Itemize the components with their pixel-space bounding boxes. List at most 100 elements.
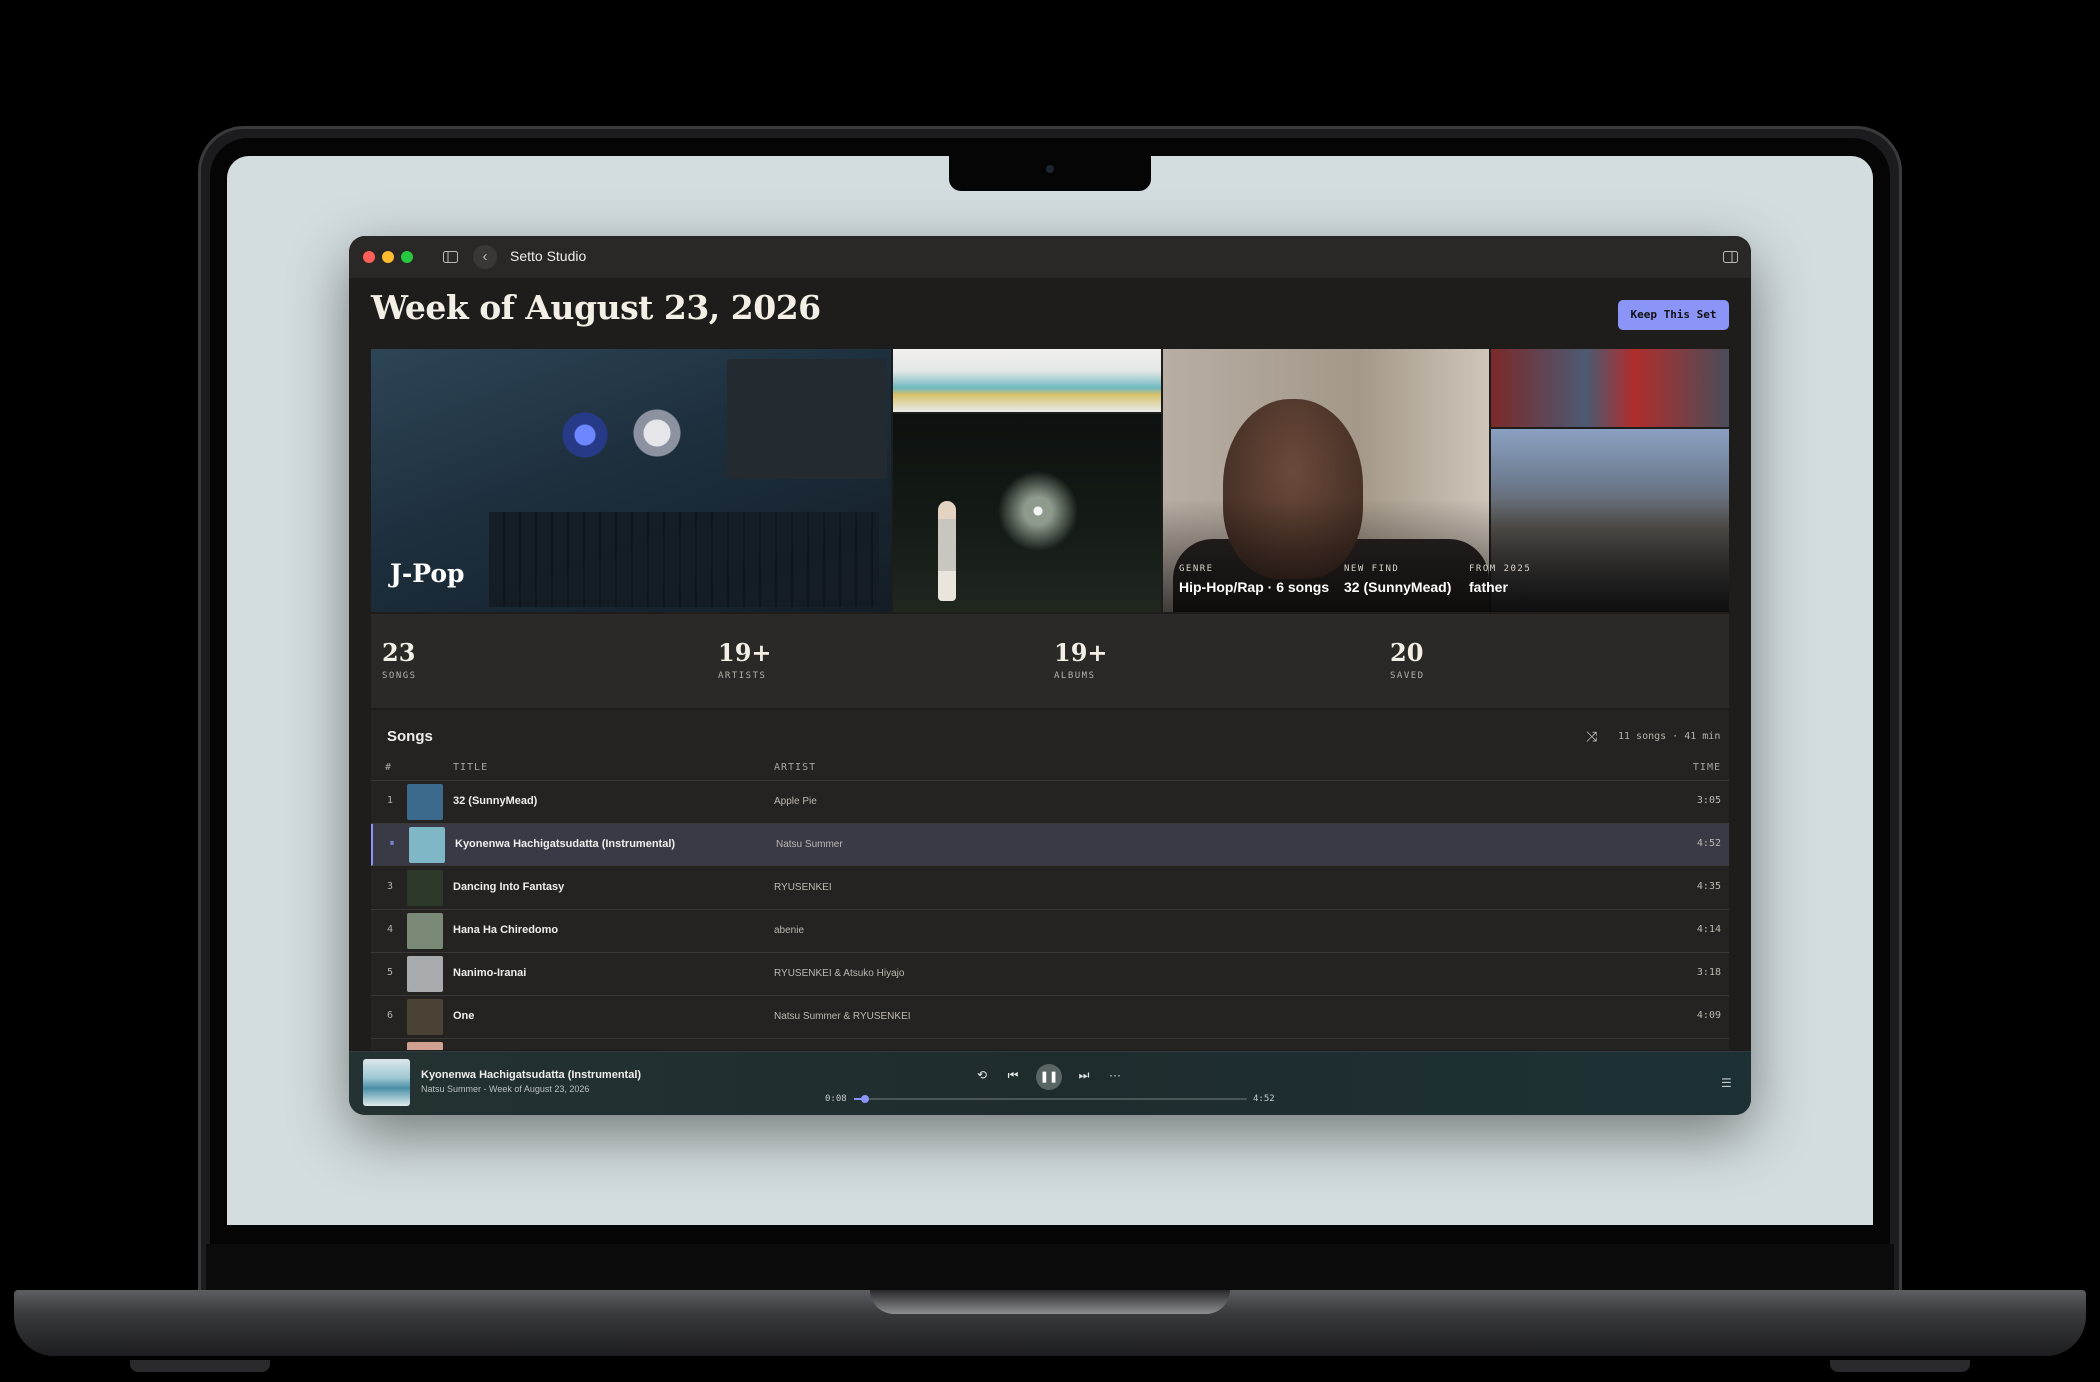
artwork-device — [727, 359, 887, 479]
track-duration: 4:14 — [1696, 924, 1721, 935]
artwork-keyboard — [489, 512, 879, 607]
stat-value: 20 — [1390, 638, 1424, 667]
now-playing-title[interactable]: Kyonenwa Hachigatsudatta (Instrumental) — [421, 1069, 641, 1081]
track-title: Dancing Into Fantasy — [453, 881, 565, 893]
track-artwork — [407, 784, 443, 820]
track-title: Hana Ha Chiredomo — [453, 924, 559, 936]
title-bar: ‹ Setto Studio — [349, 236, 1751, 278]
track-title: Nanimo-Iranai — [453, 967, 527, 979]
camera-icon — [1046, 165, 1054, 173]
track-artwork — [407, 999, 443, 1035]
now-playing-artwork[interactable] — [363, 1059, 410, 1106]
stat-label: SONGS — [382, 671, 417, 681]
stat-label: ARTISTS — [718, 671, 767, 681]
laptop-chin — [206, 1244, 1894, 1292]
zoom-window-button[interactable] — [401, 251, 413, 263]
shuffle-icon[interactable]: ⤨ — [1586, 728, 1597, 745]
sidebar-toggle-icon[interactable] — [437, 245, 463, 269]
chevron-left-icon[interactable]: ‹ — [473, 245, 497, 269]
track-duration: 3:05 — [1696, 795, 1721, 806]
track-title: One — [453, 1010, 475, 1022]
stats-bar: 23 SONGS 19+ ARTISTS 19+ ALBUMS 20 SAVED — [371, 614, 1729, 708]
hero-artwork-studio: J-Pop — [371, 349, 891, 612]
stat-saved: 20 SAVED — [1390, 638, 1425, 681]
track-artwork — [409, 827, 445, 863]
meta-key: FROM 2025 — [1469, 564, 1532, 574]
table-row[interactable]: ⏸ Kyonenwa Hachigatsudatta (Instrumental)… — [371, 824, 1729, 866]
stat-value: 23 — [382, 638, 416, 667]
meta-key: NEW FIND — [1344, 564, 1400, 574]
track-artwork — [407, 870, 443, 906]
fast-forward-icon[interactable]: ⏭ — [1074, 1068, 1094, 1083]
stat-songs: 23 SONGS — [382, 638, 417, 681]
track-artist[interactable]: Natsu Summer — [776, 839, 843, 850]
track-artist[interactable]: Apple Pie — [774, 796, 817, 807]
stat-artists: 19+ ARTISTS — [718, 638, 772, 681]
laptop-foot — [130, 1360, 270, 1372]
keep-set-button[interactable]: Keep This Set — [1618, 300, 1729, 330]
table-row[interactable]: 3 Dancing Into Fantasy RYUSENKEI 4:35 — [371, 867, 1729, 910]
track-duration: 4:09 — [1696, 1010, 1721, 1021]
column-header-time[interactable]: TIME — [1693, 762, 1721, 773]
laptop-foot — [1830, 1360, 1970, 1372]
inspector-panel-icon[interactable] — [1717, 245, 1743, 269]
track-artist[interactable]: abenie — [774, 925, 804, 936]
repeat-icon[interactable]: ⟲ — [972, 1068, 992, 1082]
track-duration: 4:52 — [1696, 838, 1721, 849]
meta-key: GENRE — [1179, 564, 1214, 574]
track-number: 5 — [386, 967, 394, 978]
hero-artwork-group — [1491, 349, 1729, 427]
queue-list-icon[interactable]: ☰ — [1721, 1076, 1732, 1090]
total-time: 4:52 — [1253, 1094, 1275, 1104]
track-artist[interactable]: RYUSENKEI — [774, 882, 832, 893]
track-number: 3 — [386, 881, 394, 892]
stat-label: SAVED — [1390, 671, 1425, 681]
track-number: 1 — [386, 795, 394, 806]
now-playing-bar: Kyonenwa Hachigatsudatta (Instrumental) … — [349, 1051, 1751, 1115]
column-header-number: # — [385, 762, 393, 773]
hero-artwork-wave — [893, 349, 1161, 412]
meta-value: Hip-Hop/Rap · 6 songs — [1179, 579, 1330, 595]
laptop-hinge — [870, 1290, 1230, 1314]
table-row[interactable]: 1 32 (SunnyMead) Apple Pie 3:05 — [371, 781, 1729, 824]
songs-summary: 11 songs · 41 min — [1618, 731, 1721, 742]
close-window-button[interactable] — [363, 251, 375, 263]
hero-gradient — [1163, 499, 1729, 612]
table-row[interactable]: 6 One Natsu Summer & RYUSENKEI 4:09 — [371, 996, 1729, 1039]
songs-heading: Songs — [387, 728, 433, 745]
column-header-artist[interactable]: ARTIST — [774, 762, 816, 773]
table-row[interactable] — [371, 1039, 1729, 1050]
hero-meta-from-year[interactable]: FROM 2025 father — [1469, 564, 1531, 595]
track-number: 6 — [386, 1010, 394, 1021]
rewind-icon[interactable]: ⏮ — [1003, 1068, 1023, 1083]
pause-button[interactable]: ❚❚ — [1036, 1064, 1062, 1090]
songs-section: Songs ⤨ 11 songs · 41 min # TITLE ARTIST… — [371, 710, 1729, 1050]
track-number: 4 — [386, 924, 394, 935]
track-artist[interactable]: Natsu Summer & RYUSENKEI — [774, 1011, 911, 1022]
table-row[interactable]: 5 Nanimo-Iranai RYUSENKEI & Atsuko Hiyajo 3… — [371, 953, 1729, 996]
stat-label: ALBUMS — [1054, 671, 1096, 681]
ellipsis-icon[interactable]: ··· — [1105, 1068, 1125, 1082]
track-artwork — [407, 1042, 443, 1050]
progress-bar[interactable] — [854, 1095, 1247, 1103]
hero-meta-new-find[interactable]: NEW FIND 32 (SunnyMead) — [1344, 564, 1451, 595]
stat-value: 19+ — [718, 638, 772, 667]
elapsed-time: 0:08 — [825, 1094, 847, 1104]
hero-genre-label: J-Pop — [390, 559, 465, 588]
stat-albums: 19+ ALBUMS — [1054, 638, 1108, 681]
track-duration: 4:35 — [1696, 881, 1721, 892]
stat-value: 19+ — [1054, 638, 1108, 667]
track-title: Kyonenwa Hachigatsudatta (Instrumental) — [455, 838, 676, 850]
now-playing-subtitle[interactable]: Natsu Summer - Week of August 23, 2026 — [421, 1084, 589, 1094]
page-title: Week of August 23, 2026 — [371, 288, 821, 327]
track-artist[interactable]: RYUSENKEI & Atsuko Hiyajo — [774, 968, 904, 979]
camera-notch — [949, 155, 1151, 191]
track-artwork — [407, 956, 443, 992]
track-artwork — [407, 913, 443, 949]
column-header-title[interactable]: TITLE — [453, 762, 488, 773]
progress-knob[interactable] — [860, 1095, 869, 1103]
track-title: 32 (SunnyMead) — [453, 795, 538, 807]
table-row[interactable]: 4 Hana Ha Chiredomo abenie 4:14 — [371, 910, 1729, 953]
hero-artwork-night — [893, 414, 1161, 612]
minimize-window-button[interactable] — [382, 251, 394, 263]
